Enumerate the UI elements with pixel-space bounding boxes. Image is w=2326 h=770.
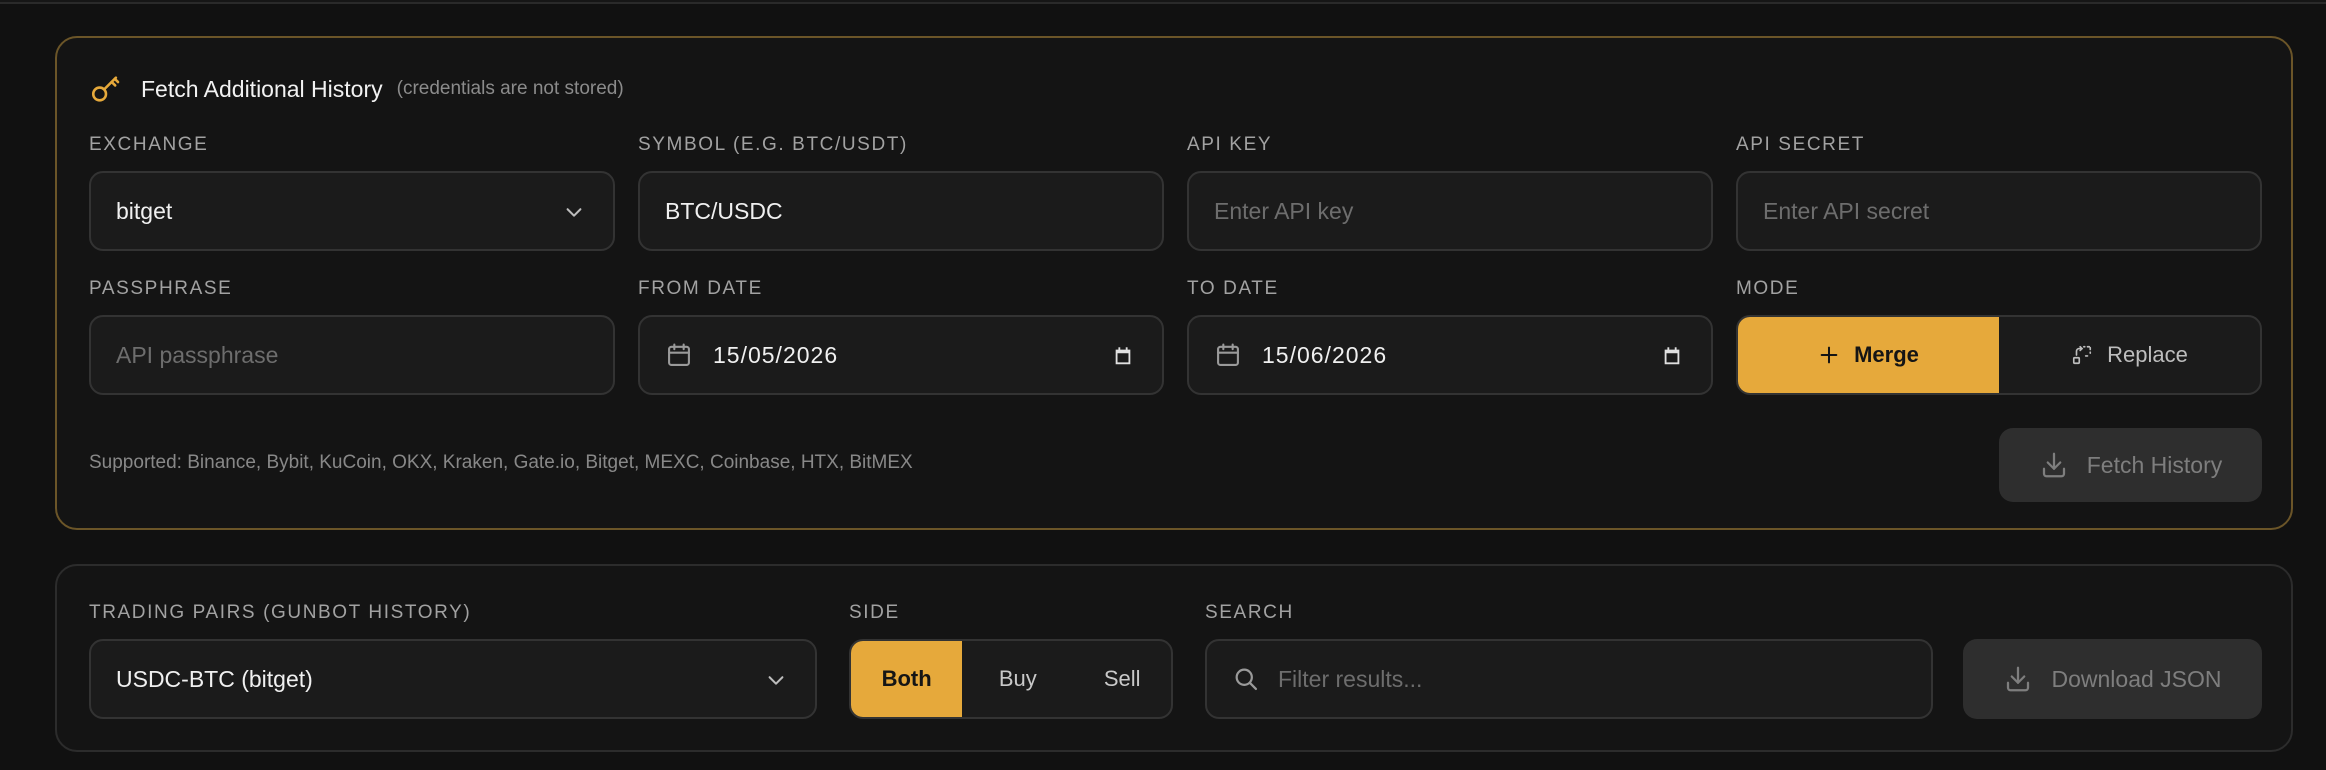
passphrase-input[interactable]: API passphrase — [89, 315, 615, 395]
search-icon — [1235, 668, 1258, 691]
chevron-down-icon — [768, 676, 784, 685]
to-date-input[interactable]: 15/06/2026 — [1187, 315, 1713, 395]
api-key-placeholder: Enter API key — [1214, 197, 1354, 224]
api-secret-label: API SECRET — [1736, 134, 1865, 155]
search-placeholder: Filter results... — [1278, 665, 1423, 692]
symbol-label: SYMBOL (E.G. BTC/USDT) — [638, 134, 908, 155]
exchange-value: bitget — [116, 197, 173, 224]
api-key-label: API KEY — [1187, 134, 1273, 155]
download-json-label: Download JSON — [2051, 665, 2222, 692]
credentials-note: (credentials are not stored) — [396, 78, 624, 99]
api-secret-input[interactable]: Enter API secret — [1736, 171, 2262, 251]
top-divider — [0, 0, 2326, 4]
chevron-down-icon — [566, 208, 582, 217]
api-key-input[interactable]: Enter API key — [1187, 171, 1713, 251]
search-label: SEARCH — [1205, 602, 1294, 623]
date-picker-icon[interactable] — [1112, 345, 1134, 367]
side-toggle: Both Buy Sell — [849, 639, 1173, 719]
download-icon — [2042, 452, 2065, 478]
mode-label: MODE — [1736, 278, 1800, 299]
download-icon — [2007, 666, 2030, 692]
passphrase-label: PASSPHRASE — [89, 278, 233, 299]
fetch-history-label: Fetch History — [2086, 451, 2223, 478]
trading-pairs-label: TRADING PAIRS (GUNBOT HISTORY) — [89, 602, 472, 623]
mode-toggle: Merge Replace — [1736, 315, 2262, 395]
fetch-history-button[interactable]: Fetch History — [1999, 428, 2262, 502]
fetch-history-panel: Fetch Additional History (credentials ar… — [55, 36, 2293, 530]
key-icon — [91, 76, 120, 102]
mode-merge-label: Merge — [1854, 342, 1919, 367]
search-input[interactable]: Filter results... — [1205, 639, 1933, 719]
from-date-input[interactable]: 15/05/2026 — [638, 315, 1164, 395]
to-date-label: TO DATE — [1187, 278, 1279, 299]
calendar-icon — [1217, 343, 1239, 366]
symbol-value: BTC/USDC — [665, 197, 783, 224]
exchange-select[interactable]: bitget — [89, 171, 615, 251]
to-date-value: 15/06/2026 — [1262, 341, 1388, 368]
mode-replace-label: Replace — [2107, 342, 2188, 367]
mode-merge-button[interactable]: Merge — [1738, 317, 1999, 393]
from-date-label: FROM DATE — [638, 278, 763, 299]
symbol-input[interactable]: BTC/USDC — [638, 171, 1164, 251]
panel-title: Fetch Additional History — [141, 75, 383, 102]
side-buy-button[interactable]: Buy — [962, 641, 1073, 717]
panel-header: Fetch Additional History (credentials ar… — [89, 72, 624, 106]
supported-exchanges-text: Supported: Binance, Bybit, KuCoin, OKX, … — [89, 452, 913, 473]
exchange-label: EXCHANGE — [89, 134, 209, 155]
passphrase-placeholder: API passphrase — [116, 341, 279, 368]
plus-icon — [1820, 346, 1838, 364]
from-date-value: 15/05/2026 — [713, 341, 839, 368]
trading-pairs-value: USDC-BTC (bitget) — [116, 665, 313, 692]
download-json-button[interactable]: Download JSON — [1963, 639, 2262, 719]
api-secret-placeholder: Enter API secret — [1763, 197, 1930, 224]
replace-icon — [2073, 345, 2092, 365]
trading-pairs-select[interactable]: USDC-BTC (bitget) — [89, 639, 817, 719]
side-sell-button[interactable]: Sell — [1073, 641, 1171, 717]
calendar-icon — [668, 343, 690, 366]
history-filter-panel: TRADING PAIRS (GUNBOT HISTORY) USDC-BTC … — [55, 564, 2293, 752]
side-both-button[interactable]: Both — [851, 641, 963, 717]
date-picker-icon[interactable] — [1661, 345, 1683, 367]
mode-replace-button[interactable]: Replace — [1999, 317, 2260, 393]
side-label: SIDE — [849, 602, 900, 623]
